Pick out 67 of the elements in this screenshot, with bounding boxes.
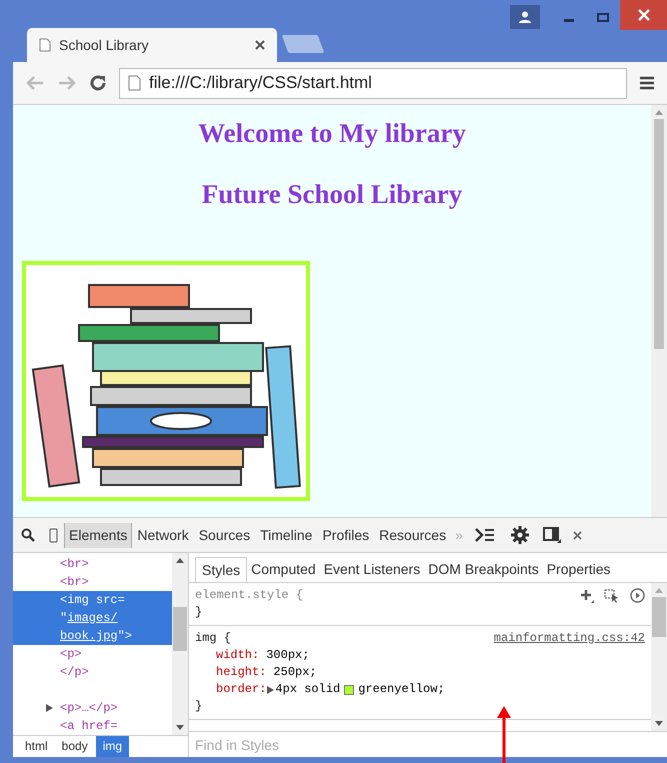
scroll-thumb[interactable]	[652, 597, 666, 637]
breadcrumb[interactable]: img	[96, 736, 130, 757]
scroll-down-arrow-icon[interactable]	[655, 721, 663, 726]
panel-tab[interactable]: Network	[132, 522, 194, 548]
close-icon[interactable]	[255, 40, 265, 50]
dock-icon[interactable]	[542, 527, 561, 543]
dom-node[interactable]: </p>	[13, 663, 172, 681]
source-link[interactable]: mainformatting.css:42	[494, 630, 645, 647]
dom-node[interactable]: <p>	[13, 645, 172, 663]
add-rule-icon[interactable]	[580, 588, 594, 602]
menu-icon[interactable]	[639, 76, 655, 90]
css-property: border:	[216, 681, 266, 698]
browser-tab[interactable]: School Library	[27, 28, 277, 62]
panel-tab[interactable]: Sources	[194, 522, 256, 548]
css-selector: element.style {	[195, 587, 304, 604]
panel-tab[interactable]: Timeline	[255, 522, 318, 548]
dom-node[interactable]: <br>	[13, 555, 172, 573]
page-icon	[39, 38, 51, 52]
breadcrumb[interactable]: html	[19, 736, 54, 757]
annotation-arrow	[497, 706, 511, 763]
panel-tab[interactable]: Resources	[374, 522, 452, 548]
panel-tab[interactable]: Elements	[64, 522, 132, 548]
address-bar[interactable]: file:///C:/library/CSS/start.html	[119, 68, 627, 98]
expand-arrow-icon[interactable]	[46, 704, 53, 712]
close-icon	[638, 9, 650, 21]
dom-node[interactable]: <a href=	[13, 717, 172, 735]
css-value: greenyellow;	[358, 681, 445, 698]
css-value: 4px solid	[275, 681, 340, 698]
page-heading: Welcome to My library	[197, 117, 467, 150]
close-icon[interactable]	[572, 530, 582, 540]
css-value: 300px;	[266, 647, 310, 664]
scroll-down-arrow-icon[interactable]	[176, 725, 184, 730]
find-in-styles-field[interactable]: Find in Styles	[189, 731, 667, 757]
panel-tab[interactable]: Profiles	[317, 522, 374, 548]
settings-icon[interactable]	[510, 526, 529, 544]
dom-node[interactable]: <p>…</p>	[60, 699, 118, 717]
tab-title: School Library	[59, 36, 150, 55]
animation-icon[interactable]	[630, 588, 645, 603]
breadcrumb[interactable]: body	[56, 736, 94, 757]
sidebar-tab[interactable]: Styles	[195, 557, 248, 582]
scroll-thumb[interactable]	[173, 607, 187, 651]
search-icon[interactable]	[21, 528, 35, 542]
sidebar-tab[interactable]: DOM Breakpoints	[424, 557, 543, 582]
element-state-icon[interactable]	[604, 588, 620, 602]
expand-arrow-icon[interactable]	[267, 686, 274, 694]
dom-node[interactable]: <br>	[13, 573, 172, 591]
sidebar-tab[interactable]: Properties	[542, 557, 615, 582]
sidebar-tab[interactable]: Computed	[247, 557, 320, 582]
scroll-thumb[interactable]	[654, 119, 664, 349]
console-icon[interactable]	[474, 528, 495, 542]
sidebar-tab[interactable]: Event Listeners	[320, 557, 424, 582]
closing-brace: }	[195, 604, 202, 621]
css-value: 250px;	[273, 664, 317, 681]
css-selector: img {	[195, 630, 232, 647]
page-heading: Future School Library	[200, 178, 464, 211]
profile-button[interactable]	[510, 5, 540, 29]
closing-brace: }	[195, 698, 202, 715]
close-window-button[interactable]	[620, 0, 667, 30]
reload-icon[interactable]	[89, 74, 107, 92]
color-swatch[interactable]	[344, 684, 354, 694]
page-icon	[128, 75, 141, 91]
css-property: height:	[216, 664, 266, 681]
device-icon[interactable]	[49, 528, 58, 542]
person-icon	[519, 11, 531, 23]
css-property: width:	[216, 647, 260, 664]
scroll-up-arrow-icon[interactable]	[176, 558, 184, 563]
dom-node[interactable]: <img src= "images/ book.jpg">	[13, 591, 172, 645]
